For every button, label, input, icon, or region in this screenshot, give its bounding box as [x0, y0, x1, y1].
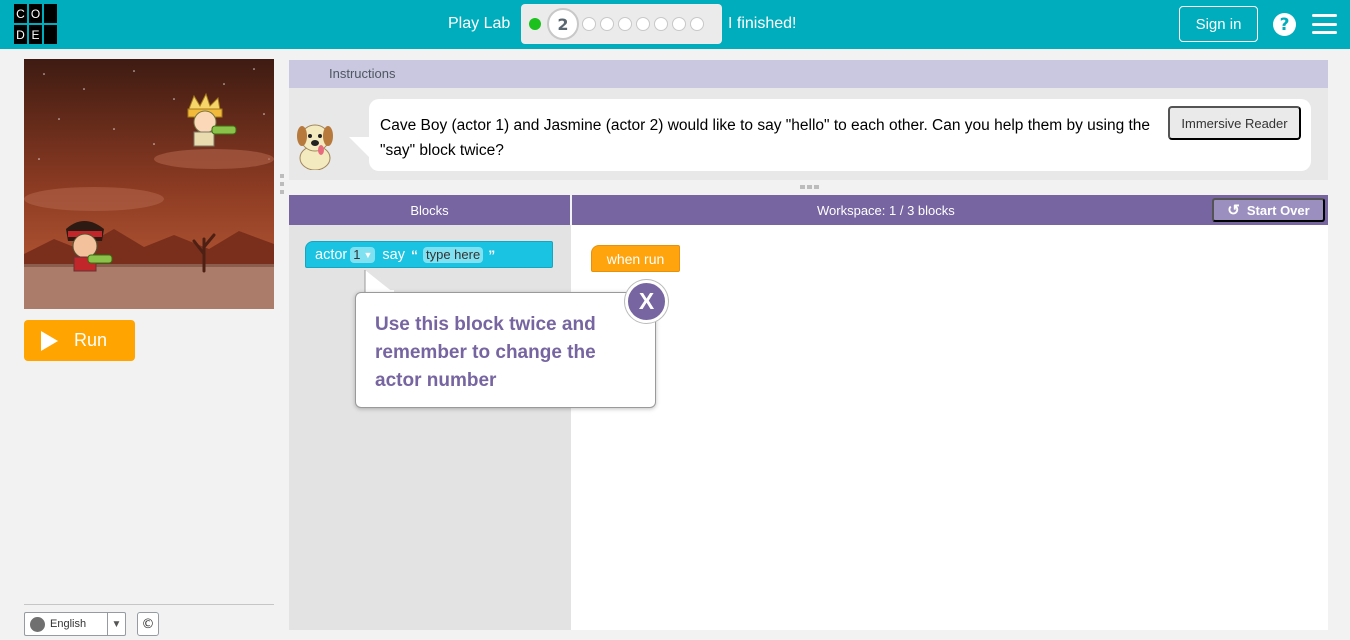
- when-run-block[interactable]: when run: [591, 245, 680, 272]
- current-level-bubble[interactable]: 2: [547, 8, 579, 40]
- sign-in-button[interactable]: Sign in: [1179, 6, 1258, 42]
- level-1-completed-dot[interactable]: [529, 18, 541, 30]
- logo-blank: [43, 24, 58, 45]
- level-dot[interactable]: [672, 17, 686, 31]
- instructions-title: Instructions: [329, 66, 396, 81]
- copyright-button[interactable]: ©: [137, 612, 159, 636]
- code-logo[interactable]: C O D E: [13, 3, 58, 45]
- vertical-resize-handle[interactable]: [280, 174, 284, 194]
- say-label: say: [382, 246, 405, 263]
- horizontal-resize-handle[interactable]: [800, 185, 819, 189]
- top-header: C O D E Play Lab 2 I finished! Sign in ?: [0, 0, 1350, 49]
- play-icon: [41, 330, 58, 351]
- help-icon[interactable]: ?: [1273, 13, 1296, 36]
- actor-number-value: 1: [353, 247, 361, 262]
- dropdown-arrow-icon: ▼: [363, 249, 373, 260]
- blocks-header: Blocks: [289, 195, 570, 225]
- level-dot[interactable]: [618, 17, 632, 31]
- level-dot[interactable]: [654, 17, 668, 31]
- actor-say-block[interactable]: actor 1 ▼ say “ type here ”: [305, 241, 553, 268]
- footer-divider: [24, 604, 274, 605]
- immersive-reader-button[interactable]: Immersive Reader: [1168, 106, 1301, 140]
- logo-blank: [43, 3, 58, 24]
- instructions-panel: Cave Boy (actor 1) and Jasmine (actor 2)…: [289, 88, 1328, 180]
- blocks-title: Blocks: [410, 202, 449, 218]
- open-quote: “: [410, 246, 418, 263]
- run-button-label: Run: [74, 330, 108, 350]
- tooltip-pointer: [364, 270, 394, 294]
- start-over-label: Start Over: [1246, 202, 1310, 218]
- reset-icon: ↺: [1227, 202, 1240, 219]
- dog-character-icon: [297, 124, 333, 170]
- game-canvas[interactable]: [24, 59, 274, 309]
- finished-link[interactable]: I finished!: [728, 15, 796, 33]
- language-select[interactable]: English ▼: [24, 612, 126, 636]
- blocks-toolbox[interactable]: [289, 225, 571, 630]
- hint-tooltip: Use this block twice and remember to cha…: [355, 292, 656, 408]
- language-value: English: [50, 618, 87, 630]
- tooltip-text: Use this block twice and remember to cha…: [375, 314, 596, 391]
- when-run-label: when run: [606, 250, 665, 267]
- instructions-bubble: Cave Boy (actor 1) and Jasmine (actor 2)…: [349, 99, 1311, 171]
- actor-label: actor: [315, 246, 348, 263]
- workspace-title: Workspace: 1 / 3 blocks: [817, 203, 955, 218]
- level-dot[interactable]: [690, 17, 704, 31]
- say-text-field[interactable]: type here: [422, 246, 484, 263]
- chevron-down-icon[interactable]: ▼: [107, 613, 125, 635]
- course-title[interactable]: Play Lab: [448, 15, 510, 33]
- logo-letter-c: C: [13, 3, 28, 24]
- close-tooltip-button[interactable]: X: [625, 280, 668, 323]
- game-scene: [24, 59, 274, 309]
- logo-letter-o: O: [28, 3, 43, 24]
- close-quote: ”: [488, 246, 496, 263]
- level-dot[interactable]: [582, 17, 596, 31]
- workspace-header: Workspace: 1 / 3 blocks ↺ Start Over: [572, 195, 1328, 225]
- start-over-button[interactable]: ↺ Start Over: [1212, 198, 1325, 222]
- level-progress: 2: [521, 4, 722, 44]
- run-button[interactable]: Run: [24, 320, 135, 361]
- workspace-canvas[interactable]: [571, 225, 1328, 630]
- instructions-text: Cave Boy (actor 1) and Jasmine (actor 2)…: [380, 117, 1151, 159]
- logo-letter-e: E: [28, 24, 43, 45]
- level-dot[interactable]: [636, 17, 650, 31]
- instructions-header: Instructions: [289, 60, 1328, 88]
- level-dot[interactable]: [600, 17, 614, 31]
- actor-number-dropdown[interactable]: 1 ▼: [350, 246, 376, 263]
- globe-icon: [30, 616, 45, 632]
- logo-letter-d: D: [13, 24, 28, 45]
- hamburger-menu-icon[interactable]: [1312, 14, 1337, 34]
